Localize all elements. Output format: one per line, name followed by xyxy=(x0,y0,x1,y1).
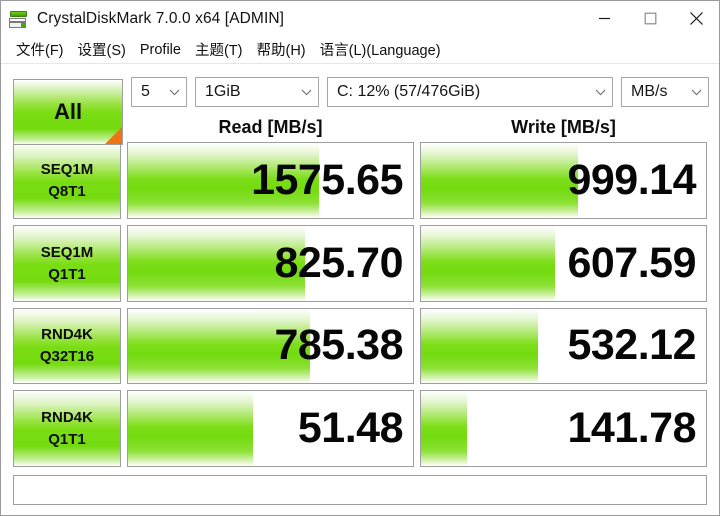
table-row: SEQ1M Q8T1 1575.65 999.14 xyxy=(13,142,707,219)
write-score: 607.59 xyxy=(567,238,696,287)
test-label-line1: SEQ1M xyxy=(40,243,94,261)
write-bar-fill xyxy=(421,225,555,301)
test-size-value: 1GiB xyxy=(205,83,241,100)
menu-bar: 文件(F) 设置(S) Profile 主题(T) 帮助(H) 语言(L)(La… xyxy=(1,36,719,64)
run-all-button[interactable]: All xyxy=(13,79,123,145)
close-button[interactable] xyxy=(673,1,719,36)
read-score: 785.38 xyxy=(274,321,403,370)
profile-corner-indicator xyxy=(105,127,122,144)
read-column-header: Read [MB/s] xyxy=(218,117,323,137)
write-column-header: Write [MB/s] xyxy=(511,117,616,137)
test-label-line2: Q1T1 xyxy=(48,265,86,283)
drive-dropdown[interactable]: C: 12% (57/476GiB) xyxy=(327,77,613,107)
menu-item-file[interactable]: 文件(F) xyxy=(9,37,71,62)
table-row: RND4K Q32T16 785.38 532.12 xyxy=(13,307,707,385)
test-label-seq1m-q8t1[interactable]: SEQ1M Q8T1 xyxy=(13,142,121,219)
write-bar-fill xyxy=(421,308,538,384)
table-row: RND4K Q1T1 51.48 141.78 xyxy=(13,390,707,467)
write-result-seq1m-q1t1[interactable]: 607.59 xyxy=(420,224,707,302)
window-title: CrystalDiskMark 7.0.0 x64 [ADMIN] xyxy=(37,9,285,27)
read-bar-fill xyxy=(128,391,254,466)
unit-value: MB/s xyxy=(631,83,668,100)
chevron-down-icon xyxy=(595,83,606,101)
unit-dropdown[interactable]: MB/s xyxy=(621,77,709,107)
test-label-line1: SEQ1M xyxy=(40,160,94,178)
window-controls xyxy=(581,1,719,36)
write-score: 141.78 xyxy=(567,404,696,453)
menu-item-settings[interactable]: 设置(S) xyxy=(71,37,133,62)
test-label-line1: RND4K xyxy=(41,326,93,344)
test-label-line2: Q8T1 xyxy=(48,182,86,200)
write-score: 532.12 xyxy=(567,321,696,370)
test-count-dropdown[interactable]: 5 xyxy=(131,77,187,107)
read-result-seq1m-q1t1[interactable]: 825.70 xyxy=(127,224,414,302)
chevron-down-icon xyxy=(691,83,702,101)
test-label-rnd4k-q1t1[interactable]: RND4K Q1T1 xyxy=(13,390,121,467)
status-bar xyxy=(1,467,719,515)
test-size-dropdown[interactable]: 1GiB xyxy=(195,77,319,107)
crystaldiskmark-icon xyxy=(9,9,29,29)
test-label-seq1m-q1t1[interactable]: SEQ1M Q1T1 xyxy=(13,224,121,302)
test-label-rnd4k-q32t16[interactable]: RND4K Q32T16 xyxy=(13,307,121,385)
test-label-line2: Q32T16 xyxy=(39,348,95,366)
comment-input[interactable] xyxy=(13,475,707,505)
write-score: 999.14 xyxy=(567,155,696,204)
write-result-seq1m-q8t1[interactable]: 999.14 xyxy=(420,142,707,219)
run-all-label: All xyxy=(53,99,83,124)
test-label-line1: RND4K xyxy=(41,409,93,427)
menu-item-language[interactable]: 语言(L)(Language) xyxy=(313,37,448,62)
read-score: 825.70 xyxy=(274,238,403,287)
menu-item-profile[interactable]: Profile xyxy=(133,40,188,60)
write-bar-fill xyxy=(421,143,578,218)
test-label-line2: Q1T1 xyxy=(48,431,86,449)
menu-item-theme[interactable]: 主题(T) xyxy=(188,37,250,62)
write-result-rnd4k-q1t1[interactable]: 141.78 xyxy=(420,390,707,467)
write-bar-fill xyxy=(421,391,467,466)
read-result-seq1m-q8t1[interactable]: 1575.65 xyxy=(127,142,414,219)
title-bar: CrystalDiskMark 7.0.0 x64 [ADMIN] xyxy=(1,1,719,36)
chevron-down-icon xyxy=(301,83,312,101)
drive-value: C: 12% (57/476GiB) xyxy=(337,83,481,100)
menu-item-help[interactable]: 帮助(H) xyxy=(249,37,312,62)
maximize-button[interactable] xyxy=(627,1,673,36)
chevron-down-icon xyxy=(169,83,180,101)
read-result-rnd4k-q1t1[interactable]: 51.48 xyxy=(127,390,414,467)
read-score: 51.48 xyxy=(297,404,404,453)
results-grid: SEQ1M Q8T1 1575.65 999.14 SEQ1M Q1T1 825… xyxy=(1,142,719,467)
test-count-value: 5 xyxy=(141,83,150,100)
table-row: SEQ1M Q1T1 825.70 607.59 xyxy=(13,224,707,302)
crystaldiskmark-window: CrystalDiskMark 7.0.0 x64 [ADMIN] 文件(F) … xyxy=(0,0,720,516)
read-result-rnd4k-q32t16[interactable]: 785.38 xyxy=(127,307,414,385)
read-score: 1575.65 xyxy=(251,155,403,204)
minimize-button[interactable] xyxy=(581,1,627,36)
write-result-rnd4k-q32t16[interactable]: 532.12 xyxy=(420,307,707,385)
